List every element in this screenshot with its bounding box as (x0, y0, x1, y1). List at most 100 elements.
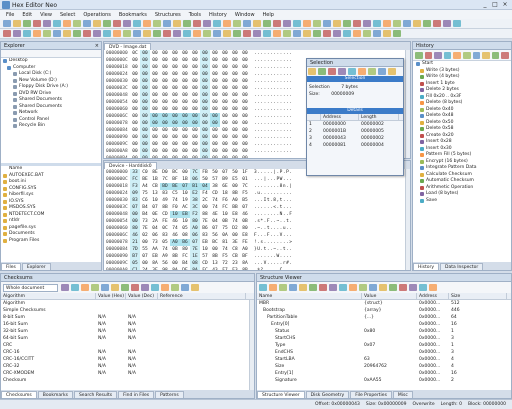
hex-byte[interactable]: 00 (240, 134, 250, 141)
hex-byte[interactable]: 00 (130, 218, 140, 225)
hex-byte[interactable]: 08 (190, 260, 200, 267)
hex-byte[interactable]: 00 (180, 141, 190, 148)
toolbar-icon[interactable] (13, 30, 21, 37)
hex-byte[interactable]: B4 (180, 260, 190, 267)
toolbar-icon[interactable] (283, 20, 291, 27)
toolbar-icon[interactable] (233, 30, 241, 37)
hex-byte[interactable]: 33 (130, 169, 140, 176)
hex-byte[interactable]: 38 (190, 197, 200, 204)
structure-row[interactable]: StartLBA 63 0x0000... 4 (257, 356, 511, 363)
toolbar-icon[interactable] (151, 284, 159, 291)
hex-byte[interactable]: 10 (170, 211, 180, 218)
hex-byte[interactable]: 00 (230, 57, 240, 64)
hex-byte[interactable]: 00 (140, 92, 150, 99)
hex-byte[interactable]: 00 (160, 50, 170, 57)
hex-row[interactable]: 00000018 F3 A4 CB BD BE 07 B1 04 38 6E 00 7C........… (104, 183, 410, 190)
hex-byte[interactable]: 8A (170, 267, 180, 270)
toolbar-icon[interactable] (71, 284, 79, 291)
hex-byte[interactable]: 00 (210, 78, 220, 85)
hex-byte[interactable]: 06 (150, 232, 160, 239)
toolbar-icon[interactable] (123, 20, 131, 27)
hex-byte[interactable]: 00 (180, 169, 190, 176)
hex-byte[interactable]: 00 (240, 127, 250, 134)
hex-byte[interactable]: CB (150, 183, 160, 190)
hex-byte[interactable]: 00 (170, 113, 180, 120)
toolbar-icon[interactable] (33, 20, 41, 27)
hex-byte[interactable]: 00 (140, 260, 150, 267)
toolbar-icon[interactable] (123, 30, 131, 37)
hex-byte[interactable]: CB (230, 253, 240, 260)
hex-byte[interactable]: 00 (200, 120, 210, 127)
hex-byte[interactable]: 7E (140, 225, 150, 232)
hex-byte[interactable]: 00 (160, 85, 170, 92)
toolbar-icon[interactable] (243, 30, 251, 37)
hex-byte[interactable]: 00 (180, 120, 190, 127)
hex-byte[interactable]: 7D (130, 246, 140, 253)
structure-tab[interactable]: Misc (392, 391, 413, 398)
hex-byte[interactable]: 00 (170, 148, 180, 155)
hex-byte[interactable]: 00 (190, 85, 200, 92)
hex-row[interactable]: 00000000 0C 00 00 00 00 00 00 00 00 00 00 00........… (104, 50, 410, 57)
hex-byte[interactable]: 43 (210, 267, 220, 270)
toolbar-icon[interactable] (482, 52, 490, 59)
scope-dropdown[interactable]: Whole document (3, 283, 58, 292)
hex-byte[interactable]: 00 (190, 92, 200, 99)
hex-byte[interactable]: 00 (200, 113, 210, 120)
menu-file[interactable]: File (6, 12, 14, 18)
toolbar-icon[interactable] (279, 284, 287, 291)
hex-byte[interactable]: 80 (190, 218, 200, 225)
toolbar-icon[interactable] (193, 20, 201, 27)
hex-byte[interactable]: 00 (150, 155, 160, 158)
hex-byte[interactable]: 00 (150, 78, 160, 85)
tab-editor1[interactable]: DVD - Image.dat (104, 43, 152, 50)
hex-row[interactable]: 0000006C 46 02 06 83 46 08 06 83 56 0A 00 E8 F...F...… (104, 232, 410, 239)
hex-byte[interactable]: 00 (200, 141, 210, 148)
hex-byte[interactable]: 00 (170, 106, 180, 113)
toolbar-icon[interactable] (453, 20, 461, 27)
checksum-row[interactable]: 16-bit Sum N/A N/A (1, 321, 254, 328)
hex-byte[interactable]: 00 (140, 239, 150, 246)
toolbar-icon[interactable] (363, 30, 371, 37)
toolbar-icon[interactable] (263, 30, 271, 37)
toolbar-icon[interactable] (133, 20, 141, 27)
toolbar-icon[interactable] (53, 20, 61, 27)
hex-row[interactable]: 00000048 00 B4 0E CD 10 EB F2 88 4E 10 E8 46........… (104, 211, 410, 218)
toolbar-icon[interactable] (253, 20, 261, 27)
hex-byte[interactable]: 00 (170, 57, 180, 64)
hex-byte[interactable]: 04 (210, 218, 220, 225)
hex-byte[interactable]: FB (200, 169, 210, 176)
hex-byte[interactable]: 00 (240, 106, 250, 113)
toolbar-icon[interactable] (433, 20, 441, 27)
hex-byte[interactable]: FC (130, 176, 140, 183)
hex-row[interactable]: 0000000C FC BE 1B 7C BF 1B 06 50 57 B9 E5 01 ...|...P… (104, 176, 410, 183)
toolbar-icon[interactable] (183, 20, 191, 27)
hex-byte[interactable]: 00 (230, 71, 240, 78)
hex-byte[interactable]: E5 (230, 176, 240, 183)
toolbar-icon[interactable] (173, 20, 181, 27)
hex-byte[interactable]: 09 (130, 190, 140, 197)
hex-byte[interactable]: 00 (140, 155, 150, 158)
hex-byte[interactable]: 00 (130, 99, 140, 106)
menu-view[interactable]: View (40, 12, 52, 18)
hex-byte[interactable]: 00 (240, 155, 250, 158)
toolbar-icon[interactable] (93, 30, 101, 37)
hex-byte[interactable]: 50 (230, 169, 240, 176)
toolbar-icon[interactable] (263, 20, 271, 27)
hex-byte[interactable]: 74 (220, 246, 230, 253)
toolbar-icon[interactable] (63, 20, 71, 27)
toolbar-icon[interactable] (369, 284, 377, 291)
hex-byte[interactable]: 00 (210, 85, 220, 92)
hex-byte[interactable]: 00 (220, 78, 230, 85)
toolbar-icon[interactable] (53, 30, 61, 37)
toolbar-icon[interactable] (349, 284, 357, 291)
hex-byte[interactable]: 07 (210, 225, 220, 232)
hex-byte[interactable]: F2 (190, 211, 200, 218)
hex-byte[interactable]: 1B (150, 176, 160, 183)
structure-row[interactable]: PartitionTable {...} 0x0000... 64 (257, 314, 511, 321)
hex-byte[interactable]: B1 (190, 183, 200, 190)
hex-byte[interactable]: 00 (180, 134, 190, 141)
menu-bookmarks[interactable]: Bookmarks (119, 12, 147, 18)
hex-byte[interactable]: 00 (220, 57, 230, 64)
hex-byte[interactable]: 4E (210, 211, 220, 218)
menu-window[interactable]: Window (235, 12, 255, 18)
